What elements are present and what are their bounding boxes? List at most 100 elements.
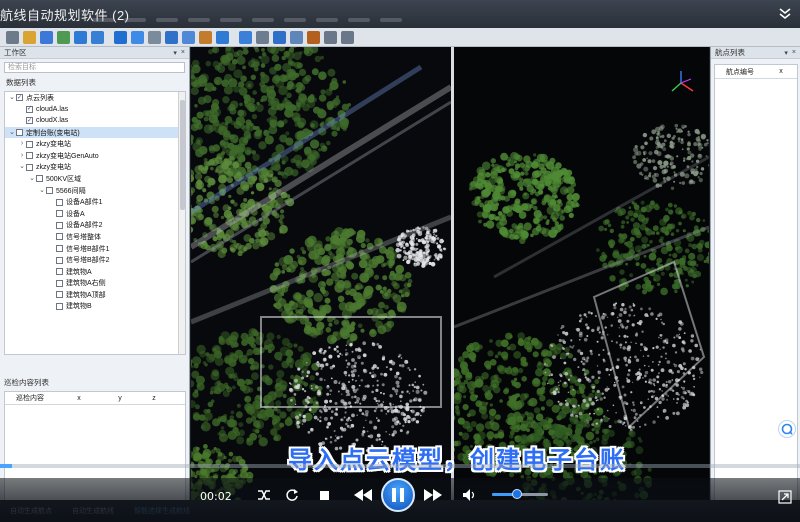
split-icon[interactable] xyxy=(239,30,252,44)
tree-scrollbar[interactable] xyxy=(178,92,185,354)
tree-item[interactable]: ⌄ 500KV区域 xyxy=(5,173,185,185)
photo-icon[interactable] xyxy=(199,30,212,44)
tree-checkbox[interactable]: ✓ xyxy=(26,105,33,113)
tree-checkbox[interactable] xyxy=(56,291,63,299)
expand-arrow-icon[interactable] xyxy=(18,117,26,125)
expand-arrow-icon[interactable]: › xyxy=(18,140,26,148)
settings-icon[interactable] xyxy=(256,30,269,44)
expand-arrow-icon[interactable] xyxy=(18,105,26,113)
assistant-icon[interactable] xyxy=(778,420,796,438)
expand-arrow-icon[interactable] xyxy=(48,268,56,276)
pin-icon[interactable]: ▾ xyxy=(173,49,177,57)
tree-item[interactable]: ⌄ 定制台账(变电站) xyxy=(5,126,185,139)
tree-checkbox[interactable] xyxy=(36,175,43,183)
collapse-arrow-icon[interactable]: ⌄ xyxy=(28,175,36,183)
collapse-arrow-icon[interactable]: ⌄ xyxy=(38,187,46,195)
expand-arrow-icon[interactable] xyxy=(48,279,56,287)
tree-checkbox[interactable] xyxy=(56,210,63,218)
rewind-button[interactable] xyxy=(352,486,374,504)
expand-arrow-icon[interactable] xyxy=(48,291,56,299)
tree-checkbox[interactable] xyxy=(26,152,33,160)
tree-checkbox[interactable] xyxy=(56,268,63,276)
tree-item[interactable]: › zkzy变电站 xyxy=(5,138,185,150)
column-header[interactable]: z xyxy=(137,395,171,402)
tree-checkbox[interactable] xyxy=(56,245,63,253)
pause-button[interactable] xyxy=(381,478,415,512)
tree-item[interactable]: 建筑物A顶部 xyxy=(5,289,185,301)
tree-checkbox[interactable] xyxy=(16,129,23,137)
tree-checkbox[interactable] xyxy=(46,187,53,195)
pin-icon[interactable]: ▾ xyxy=(784,49,788,57)
layers-icon[interactable] xyxy=(57,30,70,44)
video-progress-bar[interactable] xyxy=(0,464,800,468)
upload-icon[interactable] xyxy=(341,30,354,44)
stop-button[interactable] xyxy=(318,489,330,501)
tree-checkbox[interactable] xyxy=(56,221,63,229)
select-icon[interactable] xyxy=(91,30,104,44)
tree-checkbox[interactable] xyxy=(56,198,63,206)
globe-icon[interactable] xyxy=(216,30,229,44)
import-icon[interactable] xyxy=(290,30,303,44)
menu-item[interactable] xyxy=(156,18,178,22)
route-icon[interactable] xyxy=(165,30,178,44)
tree-item[interactable]: ✓ cloudX.las xyxy=(5,115,185,127)
report-icon[interactable] xyxy=(307,30,320,44)
volume-icon[interactable] xyxy=(461,487,477,503)
tree-item[interactable]: 设备A部件2 xyxy=(5,220,185,232)
column-header[interactable]: x xyxy=(55,395,103,402)
collapse-arrow-icon[interactable]: ⌄ xyxy=(18,163,26,171)
tower-icon[interactable] xyxy=(148,30,161,44)
menu-item[interactable] xyxy=(316,18,338,22)
expand-arrow-icon[interactable] xyxy=(48,221,56,229)
menu-item[interactable] xyxy=(124,18,146,22)
expand-arrow-icon[interactable] xyxy=(48,256,56,264)
tree-checkbox[interactable] xyxy=(56,279,63,287)
point-cloud-viewport[interactable]: 导入点云模型，创建电子台账 xyxy=(191,47,709,509)
grid-icon[interactable] xyxy=(131,30,144,44)
tree-item[interactable]: 信号塔整体 xyxy=(5,231,185,243)
column-header[interactable]: y xyxy=(103,395,137,402)
shuffle-icon[interactable] xyxy=(256,487,272,503)
tree-item[interactable]: › zkzy变电站GenAuto xyxy=(5,150,185,162)
tree-item[interactable]: ✓ cloudA.las xyxy=(5,104,185,116)
new-file-icon[interactable] xyxy=(6,30,19,44)
menu-item[interactable] xyxy=(220,18,242,22)
tree-item[interactable]: 信号塔B部件2 xyxy=(5,254,185,266)
close-icon[interactable]: × xyxy=(181,49,185,57)
tree-item[interactable]: ⌄ zkzy变电站 xyxy=(5,162,185,174)
menu-item[interactable] xyxy=(284,18,306,22)
tree-checkbox[interactable]: ✓ xyxy=(26,117,33,125)
menu-item[interactable] xyxy=(92,18,114,22)
column-header[interactable]: 航点编号 xyxy=(715,67,765,77)
tree-item[interactable]: 建筑物A右侧 xyxy=(5,278,185,290)
collapse-icon[interactable] xyxy=(778,6,792,20)
menu-item[interactable] xyxy=(348,18,370,22)
volume-slider[interactable] xyxy=(492,489,548,499)
tree-checkbox[interactable] xyxy=(56,302,63,310)
expand-arrow-icon[interactable] xyxy=(48,210,56,218)
tree-checkbox[interactable] xyxy=(56,233,63,241)
tree-item[interactable]: 设备A xyxy=(5,208,185,220)
tree-item[interactable]: ⌄ ✓ 点云列表 xyxy=(5,92,185,104)
tree-item[interactable]: ⌄ 5566间隔 xyxy=(5,185,185,197)
menu-item[interactable] xyxy=(252,18,274,22)
waypoint-icon[interactable] xyxy=(182,30,195,44)
menu-item[interactable] xyxy=(188,18,210,22)
search-input[interactable]: 检索目标 xyxy=(4,62,185,73)
repeat-icon[interactable] xyxy=(284,487,300,503)
open-icon[interactable] xyxy=(23,30,36,44)
expand-arrow-icon[interactable] xyxy=(48,245,56,253)
expand-arrow-icon[interactable]: › xyxy=(18,152,26,160)
collapse-arrow-icon[interactable]: ⌄ xyxy=(8,129,16,137)
expand-arrow-icon[interactable] xyxy=(48,198,56,206)
tree-checkbox[interactable] xyxy=(56,256,63,264)
camera-icon[interactable] xyxy=(324,30,337,44)
save-icon[interactable] xyxy=(40,30,53,44)
tree-item[interactable]: 信号塔B部件1 xyxy=(5,243,185,255)
fast-forward-button[interactable] xyxy=(422,486,444,504)
column-header[interactable]: x xyxy=(765,68,797,75)
menu-item[interactable] xyxy=(380,18,402,22)
tree-item[interactable]: 建筑物B xyxy=(5,301,185,313)
expand-arrow-icon[interactable] xyxy=(48,302,56,310)
column-header[interactable]: 巡检内容 xyxy=(5,393,55,403)
